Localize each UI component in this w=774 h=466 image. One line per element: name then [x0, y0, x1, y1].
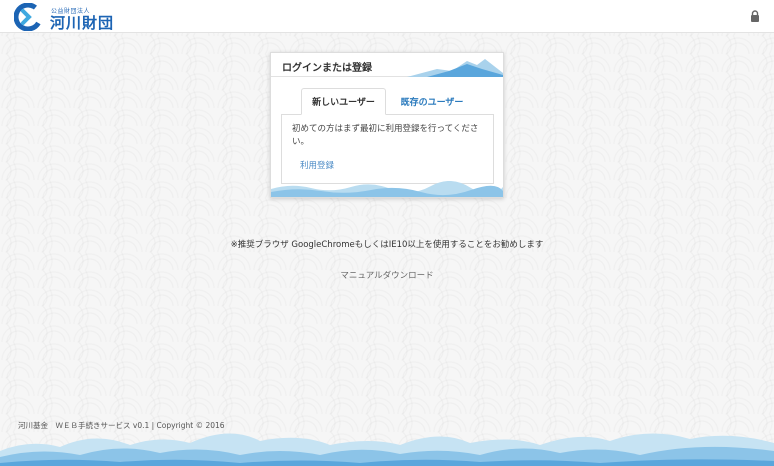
card-wave-decoration — [271, 181, 503, 197]
manual-download-link[interactable]: マニュアルダウンロード — [0, 269, 774, 281]
card-title: ログインまたは登録 — [282, 63, 372, 74]
login-card: ログインまたは登録 新しいユーザー 既存のユーザー 初めての方はまず最初に利用登… — [270, 52, 504, 198]
lock-icon — [751, 10, 759, 22]
tab-existing-user[interactable]: 既存のユーザー — [389, 88, 475, 115]
browser-notice: ※推奨ブラウザ GoogleChromeもしくはIE10以上を使用することをお勧… — [230, 240, 544, 250]
panel-description: 初めての方はまず最初に利用登録を行ってください。 — [292, 124, 479, 147]
tab-new-user[interactable]: 新しいユーザー — [301, 88, 386, 115]
tab-panel: 初めての方はまず最初に利用登録を行ってください。 利用登録 — [281, 114, 494, 184]
card-header: ログインまたは登録 — [271, 53, 503, 77]
logo-title: 河川財団 — [50, 14, 115, 32]
logo[interactable]: 公益財団法人 河川財団 — [14, 3, 134, 32]
register-link[interactable]: 利用登録 — [300, 159, 334, 171]
mountain-decoration-icon — [407, 59, 503, 77]
top-header: 公益財団法人 河川財団 — [0, 0, 774, 33]
footer-wave-decoration — [0, 433, 774, 466]
logo-mark-icon — [14, 3, 42, 31]
